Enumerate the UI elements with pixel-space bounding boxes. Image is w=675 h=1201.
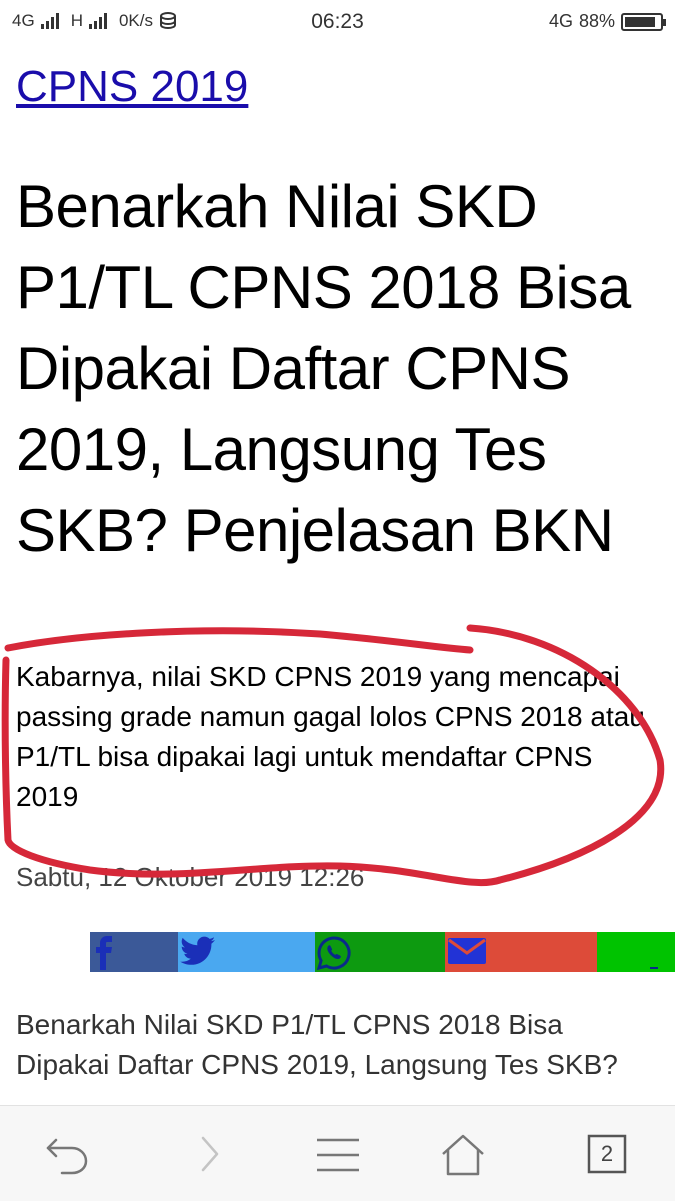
article-body: Benarkah Nilai SKD P1/TL CPNS 2018 Bisa … [16, 1009, 618, 1093]
email-icon [448, 938, 486, 964]
back-button[interactable] [42, 1130, 92, 1180]
article-lead: Kabarnya, nilai SKD CPNS 2019 yang menca… [16, 661, 645, 812]
status-right: 4G 88% [548, 11, 666, 32]
tabs-button[interactable]: 2 [583, 1130, 633, 1180]
home-button[interactable] [438, 1130, 488, 1180]
network-type-right: 4G [548, 11, 573, 31]
twitter-icon [180, 936, 215, 965]
menu-button[interactable] [313, 1130, 363, 1180]
article-date: Sabtu, 12 Oktober 2019 12:26 [16, 862, 365, 892]
hamburger-menu-icon [317, 1138, 359, 1172]
share-line-button[interactable] [597, 932, 675, 972]
share-bar [90, 932, 675, 972]
chevron-right-icon [201, 1136, 219, 1172]
browser-bottom-nav: 2 [0, 1105, 675, 1201]
home-icon [442, 1134, 484, 1176]
share-whatsapp-button[interactable] [315, 932, 445, 972]
forward-button[interactable] [185, 1130, 235, 1180]
article-headline: Benarkah Nilai SKD P1/TL CPNS 2018 Bisa … [16, 173, 631, 564]
status-bar: 4G H 0K/s 06:23 4G 88% [0, 0, 675, 46]
battery-icon [621, 12, 666, 31]
line-icon [650, 967, 658, 969]
whatsapp-icon [317, 936, 351, 970]
tab-count: 2 [600, 1141, 614, 1166]
category-link[interactable]: CPNS 2019 [16, 62, 248, 112]
share-email-button[interactable] [445, 932, 597, 972]
share-facebook-button[interactable] [90, 932, 178, 972]
share-twitter-button[interactable] [178, 932, 315, 972]
battery-percent: 88% [578, 11, 615, 31]
facebook-icon [96, 936, 112, 970]
back-icon [46, 1138, 88, 1175]
